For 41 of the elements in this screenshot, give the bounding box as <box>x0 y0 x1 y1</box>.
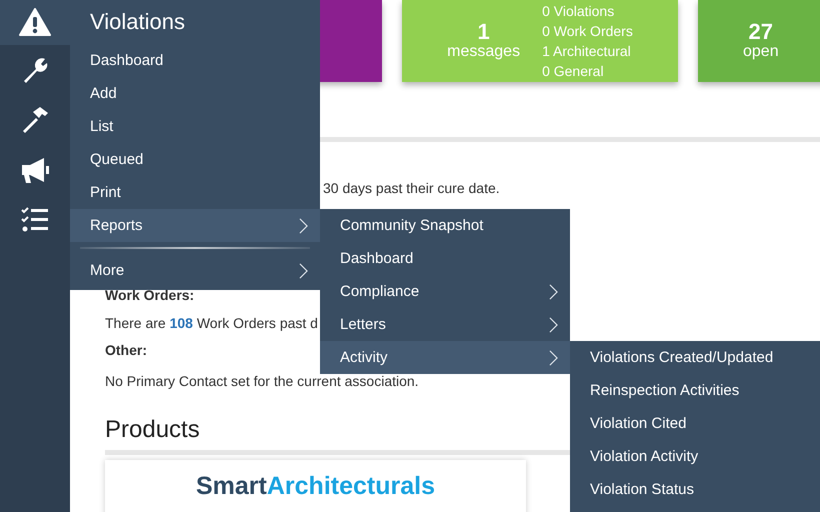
chevron-icon <box>549 316 558 332</box>
card-label: open <box>743 43 779 61</box>
section-label: Work Orders: <box>105 286 194 305</box>
menu-item[interactable]: Violation Activity <box>570 440 820 473</box>
products-heading: Products <box>105 416 200 444</box>
menu-item[interactable]: List <box>70 110 320 143</box>
menu-item[interactable]: Reinspection Activities <box>570 374 820 407</box>
rail-button[interactable] <box>0 0 70 45</box>
menu-item[interactable]: Community Snapshot <box>320 209 570 242</box>
chevron-icon <box>549 284 558 300</box>
warning-icon <box>19 6 51 38</box>
section-label: Other: <box>105 341 147 360</box>
menu-item[interactable]: Add <box>70 77 320 110</box>
menu-title: Violations <box>89 8 186 36</box>
notice-text: No Primary Contact set for the current association. <box>105 372 419 391</box>
card-line: 1 Architectural <box>542 42 632 61</box>
menu-item[interactable]: Violations Created/Updated <box>570 341 820 374</box>
card-count: 1 <box>477 21 490 43</box>
notice-text: 30 days past their cure date. <box>323 179 500 198</box>
card-count: 27 <box>748 21 774 43</box>
product-card[interactable]: SmartArchitecturals <box>105 460 526 512</box>
menu-item[interactable]: Activity <box>320 341 570 374</box>
menu-item[interactable]: Compliance <box>320 275 570 308</box>
notice-text: There are 108 Work Orders past d <box>105 314 318 333</box>
menu-item[interactable]: Reports <box>70 209 320 242</box>
card-line: 0 Work Orders <box>542 22 633 41</box>
card-line: 0 Violations <box>542 2 616 21</box>
menu-item[interactable]: More <box>70 254 320 287</box>
menu-item[interactable]: Violation Status <box>570 473 820 506</box>
chevron-icon <box>299 218 308 234</box>
menu-item[interactable]: Queued <box>70 143 320 176</box>
chevron-icon <box>299 262 308 278</box>
chevron-icon <box>549 350 558 366</box>
card-line: 0 General <box>542 62 605 81</box>
menu-item[interactable]: Violation Cited <box>570 407 820 440</box>
menu-item[interactable]: Dashboard <box>70 44 320 77</box>
card-label: messages <box>447 43 520 61</box>
menu-item[interactable]: Print <box>70 176 320 209</box>
menu-item[interactable]: Dashboard <box>320 242 570 275</box>
product-logo: SmartArchitecturals <box>148 472 483 512</box>
menu-item[interactable]: Letters <box>320 308 570 341</box>
